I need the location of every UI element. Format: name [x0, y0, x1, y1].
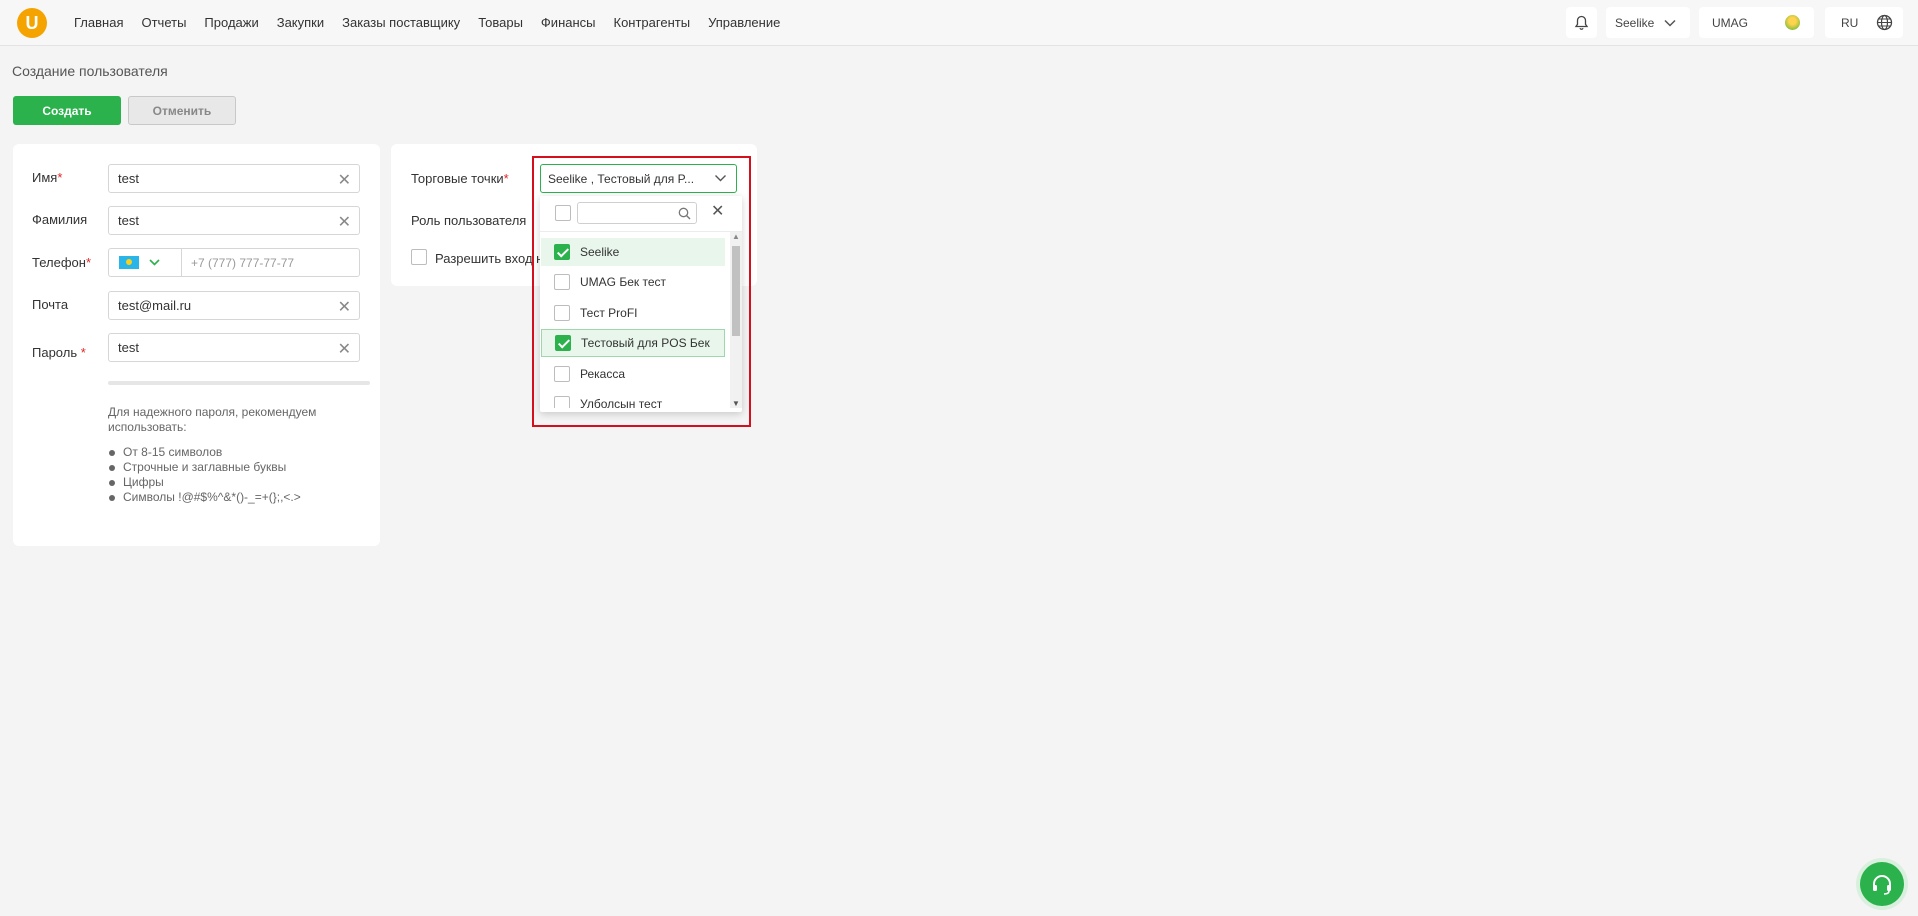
first-name-field[interactable]: test ✕ — [108, 164, 360, 193]
password-rule: Символы !@#$%^&*()-_=+(};,<.> — [108, 490, 368, 505]
nav-item-finance[interactable]: Финансы — [541, 15, 596, 30]
password-label: Пароль * — [32, 345, 86, 360]
last-name-value: test — [118, 213, 139, 228]
kazakhstan-flag-icon — [119, 256, 139, 269]
password-rule: Цифры — [108, 475, 368, 490]
nav-item-supplier-orders[interactable]: Заказы поставщику — [342, 15, 460, 30]
nav-item-reports[interactable]: Отчеты — [141, 15, 186, 30]
headset-icon — [1873, 875, 1891, 895]
shop-selector[interactable]: Seelike — [1606, 7, 1690, 38]
nav-item-products[interactable]: Товары — [478, 15, 523, 30]
chevron-down-icon — [149, 259, 160, 266]
bell-icon — [1574, 15, 1589, 30]
clear-first-name-icon[interactable]: ✕ — [338, 170, 351, 190]
support-chat-button[interactable] — [1860, 862, 1904, 906]
shops-label: Торговые точки* — [411, 171, 509, 186]
language-selector[interactable]: RU — [1825, 7, 1903, 38]
email-label: Почта — [32, 297, 69, 312]
last-name-label: Фамилия — [32, 212, 88, 227]
last-name-field[interactable]: test ✕ — [108, 206, 360, 235]
top-navigation-bar: U Главная Отчеты Продажи Закупки Заказы … — [0, 0, 1918, 46]
phone-input[interactable]: +7 (777) 777-77-77 — [181, 248, 360, 277]
page-title: Создание пользователя — [12, 63, 168, 79]
language-code: RU — [1841, 15, 1859, 30]
nav-item-purchases[interactable]: Закупки — [277, 15, 324, 30]
annotation-highlight-box — [532, 156, 751, 427]
country-code-select[interactable] — [108, 248, 181, 277]
avatar — [1785, 15, 1800, 30]
create-button[interactable]: Создать — [13, 96, 121, 125]
chevron-down-icon — [1664, 19, 1676, 27]
notifications-button[interactable] — [1566, 7, 1597, 38]
password-value: test — [118, 340, 139, 355]
nav-item-home[interactable]: Главная — [74, 15, 123, 30]
password-rules-list: От 8-15 символов Строчные и заглавные бу… — [108, 445, 368, 505]
phone-label: Телефон* — [32, 255, 91, 270]
cancel-button[interactable]: Отменить — [128, 96, 236, 125]
password-rule: От 8-15 символов — [108, 445, 368, 460]
role-label: Роль пользователя — [411, 213, 527, 228]
main-menu: Главная Отчеты Продажи Закупки Заказы по… — [74, 15, 780, 30]
password-rule: Строчные и заглавные буквы — [108, 460, 368, 475]
clear-last-name-icon[interactable]: ✕ — [338, 212, 351, 232]
password-hint-intro: Для надежного пароля, рекомендуем исполь… — [108, 405, 317, 434]
nav-item-sales[interactable]: Продажи — [204, 15, 258, 30]
account-name: UMAG — [1712, 15, 1748, 30]
nav-item-management[interactable]: Управление — [708, 15, 780, 30]
clear-email-icon[interactable]: ✕ — [338, 297, 351, 317]
email-field[interactable]: test@mail.ru ✕ — [108, 291, 360, 320]
email-value: test@mail.ru — [118, 298, 192, 313]
shop-selector-value: Seelike — [1615, 15, 1655, 30]
allow-login-checkbox[interactable] — [411, 249, 427, 265]
account-menu[interactable]: UMAG — [1699, 7, 1814, 38]
first-name-value: test — [118, 171, 139, 186]
umag-logo[interactable]: U — [17, 8, 47, 38]
password-strength-bar — [108, 381, 370, 385]
password-hint: Для надежного пароля, рекомендуем исполь… — [108, 405, 368, 505]
nav-item-contractors[interactable]: Контрагенты — [614, 15, 691, 30]
clear-password-icon[interactable]: ✕ — [338, 339, 351, 359]
password-field[interactable]: test ✕ — [108, 333, 360, 362]
allow-login-label: Разрешить вход н — [435, 251, 544, 266]
first-name-label: Имя* — [32, 170, 63, 185]
globe-icon — [1877, 14, 1893, 31]
